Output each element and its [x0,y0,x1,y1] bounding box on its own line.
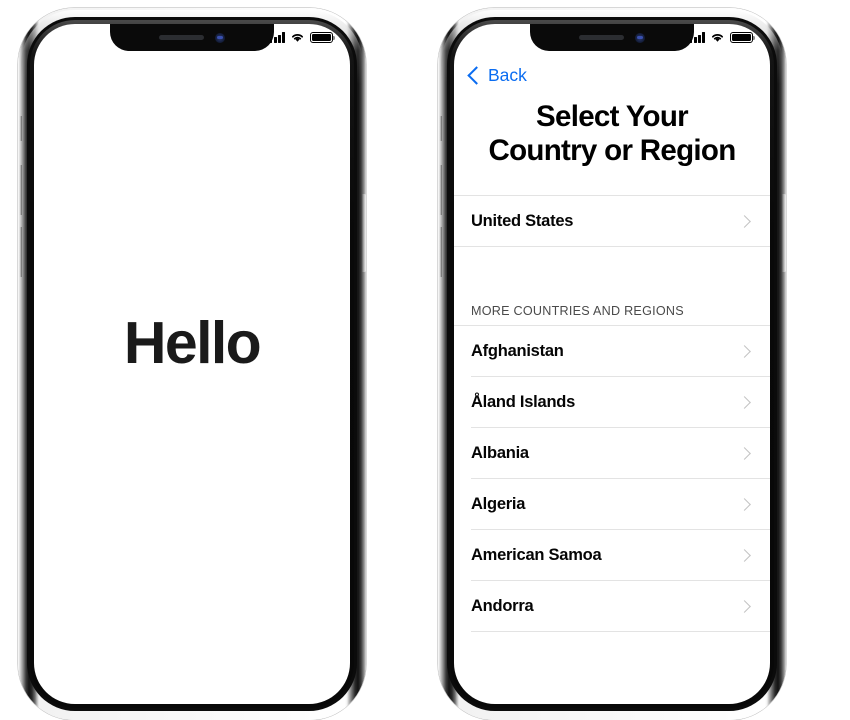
front-camera-icon [635,32,645,43]
cellular-bars-icon [689,32,705,43]
chevron-right-icon [738,446,751,460]
battery-icon [730,32,756,43]
chevron-right-icon [738,599,751,613]
volume-up-button[interactable] [18,165,22,215]
select-country-screen: Back Select Your Country or Region Unite… [454,24,770,704]
divider [471,631,770,633]
list-item-label: Åland Islands [471,392,576,411]
list-item-country[interactable]: Åland Islands [454,377,770,428]
section-header-more-countries: MORE COUNTRIES AND REGIONS [471,304,684,319]
list-item-country[interactable]: Afghanistan [454,326,770,377]
chevron-right-icon [738,395,751,409]
power-button[interactable] [362,194,366,272]
status-bar-right [689,24,770,51]
screenshot-stage: Hello Back Select Your Country or Region… [0,0,850,720]
country-list: United States MORE COUNTRIES AND REGIONS… [454,195,770,633]
hello-screen: Hello [34,24,350,704]
list-item-label: Andorra [471,596,534,615]
list-item-country[interactable]: American Samoa [454,530,770,581]
mute-switch-button[interactable] [438,116,442,141]
speaker-grille-icon [579,35,624,40]
front-camera-icon [215,32,225,43]
hello-greeting-text: Hello [123,310,262,376]
chevron-left-icon [467,66,486,85]
list-item-country[interactable]: Albania [454,428,770,479]
chevron-right-icon [738,344,751,358]
back-button[interactable]: Back [454,55,770,86]
volume-up-button[interactable] [438,165,442,215]
page-title: Select Your Country or Region [454,86,770,167]
list-item-label: Afghanistan [471,341,564,360]
volume-down-button[interactable] [18,227,22,277]
list-item-label: United States [471,211,574,230]
chevron-right-icon [738,497,751,511]
volume-down-button[interactable] [438,227,442,277]
screen-left: Hello [34,24,350,704]
mute-switch-button[interactable] [18,116,22,141]
cellular-bars-icon [269,32,285,43]
wifi-icon [291,34,304,42]
notch-left [110,24,274,51]
battery-icon [310,32,336,43]
screen-right: Back Select Your Country or Region Unite… [454,24,770,704]
phone-device-right: Back Select Your Country or Region Unite… [438,8,786,720]
page-title-line2: or Region [604,133,736,167]
speaker-grille-icon [159,35,204,40]
phone-device-left: Hello [18,8,366,720]
back-button-label: Back [488,65,527,85]
list-item-country[interactable]: Andorra [454,581,770,632]
list-item-current-region[interactable]: United States [454,196,770,247]
list-item-label: Algeria [471,494,526,513]
list-item-label: American Samoa [471,545,602,564]
notch-right [530,24,694,51]
list-gap [454,247,770,292]
chevron-right-icon [738,214,751,228]
list-item-country[interactable]: Algeria [454,479,770,530]
power-button[interactable] [782,194,786,272]
status-bar-left [269,24,350,51]
chevron-right-icon [738,548,751,562]
list-item-label: Albania [471,443,529,462]
wifi-icon [711,34,724,42]
